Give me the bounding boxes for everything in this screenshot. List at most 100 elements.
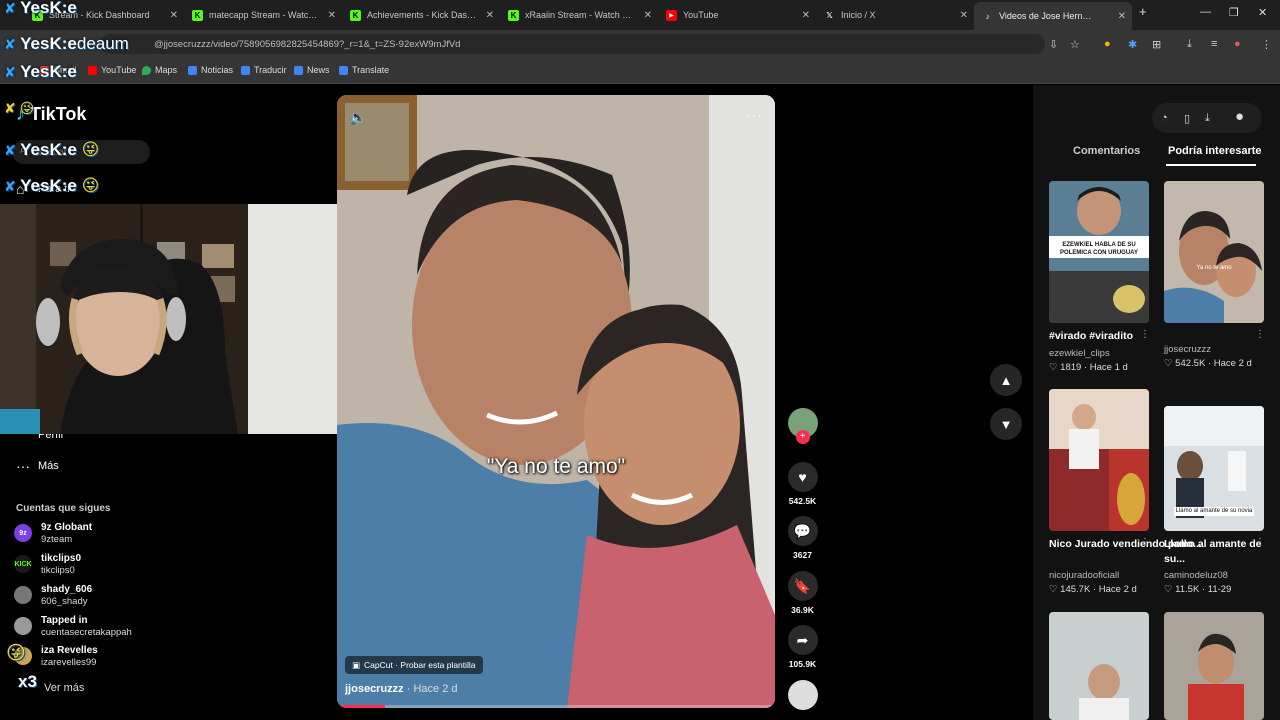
like-count: 1819 [1060, 362, 1082, 373]
video-age: Hace 2 d [1098, 584, 1137, 595]
minimize-icon[interactable]: — [1200, 6, 1211, 18]
extensions-puzzle-icon[interactable]: ⊞ [1152, 38, 1161, 51]
browser-menu-icon[interactable]: ⋮ [1261, 38, 1272, 51]
phone-icon[interactable]: ▯ [1184, 112, 1190, 125]
video-player[interactable]: 🔈 ··· "Ya no te amo" ▣ CapCut · Probar e… [337, 95, 775, 708]
close-window-icon[interactable]: ✕ [1258, 6, 1267, 19]
avatar: KICK [14, 555, 32, 573]
bookmark-label: News [307, 65, 330, 75]
tab-podria-interesarte[interactable]: Podría interesarte [1168, 145, 1262, 157]
thumbnail-image [1049, 612, 1149, 720]
video-title[interactable]: #virado #viradito [1049, 329, 1133, 344]
comment-button[interactable]: 💬 3627 [786, 516, 819, 560]
see-more-link[interactable]: Ver más [44, 682, 84, 694]
video-thumbnail[interactable] [1049, 389, 1149, 531]
nav-mas[interactable]: ··· Más [16, 458, 59, 474]
sound-disc-button[interactable] [786, 680, 819, 710]
maximize-icon[interactable]: ❐ [1229, 6, 1239, 19]
video-thumbnail[interactable] [1164, 612, 1264, 720]
save-button[interactable]: 🔖 36.9K [786, 571, 819, 615]
download-icon[interactable]: ⤓ [1205, 112, 1210, 125]
video-username[interactable]: caminodeluz08 [1164, 570, 1228, 581]
previous-video-button[interactable]: ▲ [990, 364, 1022, 396]
tab-tiktok-active[interactable]: ♪ Videos de Jose Hernandez ✕ [974, 2, 1132, 30]
bookmark-noticias[interactable]: Noticias [188, 65, 233, 75]
like-button[interactable]: ♥ 542.5K [786, 462, 819, 506]
followed-account[interactable]: Tapped in cuentasecretakappah [14, 615, 132, 639]
tab-achievements[interactable]: K Achievements - Kick Dashboard ✕ [342, 4, 500, 26]
video-stats: ♡ 1819 · Hace 1 d [1049, 362, 1128, 373]
url-field[interactable]: @jjosecruzzz/video/7589056982825454869?_… [100, 34, 1045, 54]
bookmark-translate[interactable]: Translate [339, 65, 389, 75]
bookmark-youtube[interactable]: YouTube [88, 65, 136, 75]
overlay-watermark: ✘ YesK:e [4, 62, 77, 81]
install-app-icon[interactable]: ⇩ [1049, 38, 1058, 51]
tab-x-inicio[interactable]: 𝕏 Inicio / X ✕ [816, 4, 974, 26]
close-tab-icon[interactable]: ✕ [1118, 11, 1126, 22]
bookmark-traducir[interactable]: Traducir [241, 65, 287, 75]
follow-plus-icon[interactable]: + [795, 430, 810, 444]
multiplier-overlay: x3 [18, 672, 37, 691]
more-options-icon[interactable]: ··· [746, 107, 763, 123]
bookmark-news[interactable]: News [294, 65, 330, 75]
close-tab-icon[interactable]: ✕ [486, 10, 494, 21]
followed-account[interactable]: iza Revelles izarevelles99 [14, 645, 98, 669]
share-button[interactable]: ➦ 105.9K [786, 625, 819, 669]
more-options-icon[interactable]: ⋮ [1255, 329, 1265, 340]
bookmark-icon: 🔖 [787, 571, 818, 601]
video-author[interactable]: jjosecruzzz · Hace 2 d [345, 683, 458, 695]
video-age: Hace 1 d [1089, 362, 1128, 373]
video-stats: ♡ 145.7K · Hace 2 d [1049, 584, 1137, 595]
followed-account[interactable]: 9z 9z Globant 9zteam [14, 522, 92, 546]
more-options-icon[interactable]: ⋮ [1255, 537, 1265, 548]
reading-list-icon[interactable]: ≡ [1211, 38, 1217, 50]
followed-account[interactable]: KICK tikclips0 tikclips0 [14, 553, 81, 577]
heart-icon: ♥ [787, 462, 818, 492]
video-age: 11-29 [1207, 584, 1232, 595]
creator-avatar-button[interactable]: + [786, 408, 819, 444]
thumbnail-text: Llamo al amante de su novia [1174, 507, 1254, 516]
video-thumbnail[interactable]: Ya no te amo [1164, 181, 1264, 323]
save-count: 36.9K [791, 605, 814, 615]
video-username[interactable]: jjosecruzzz [1164, 344, 1211, 355]
profile-avatar-icon[interactable]: ● [1234, 38, 1241, 50]
close-tab-icon[interactable]: ✕ [328, 10, 336, 21]
more-options-icon[interactable]: ⋮ [1140, 537, 1150, 548]
extension-icon[interactable]: ✱ [1128, 38, 1137, 51]
more-options-icon[interactable]: ⋮ [1140, 329, 1150, 340]
video-username[interactable]: nicojuradooficiall [1049, 570, 1119, 581]
tab-title: matecapp Stream - Watch Live [209, 10, 319, 20]
video-progress-bar[interactable] [337, 705, 775, 708]
video-thumbnail[interactable]: Llamo al amante de su novia [1164, 406, 1264, 531]
close-tab-icon[interactable]: ✕ [644, 10, 652, 21]
next-video-button[interactable]: ▼ [990, 408, 1022, 440]
account-username: cuentasecretakappah [41, 627, 132, 638]
tab-matecapp[interactable]: K matecapp Stream - Watch Live ✕ [184, 4, 342, 26]
followed-account[interactable]: shady_606 606_shady [14, 584, 92, 608]
video-thumbnail[interactable] [1049, 612, 1149, 720]
account-username: izarevelles99 [41, 657, 97, 668]
more-dots-icon: ··· [16, 458, 30, 474]
overlay-watermark: ✘ YesK:e 😜 [4, 176, 100, 195]
download-icon[interactable]: ⤓ [1187, 38, 1192, 51]
video-username[interactable]: ezewkiel_clips [1049, 348, 1110, 359]
tab-title: xRaaiin Stream - Watch Live on [525, 10, 635, 20]
bookmark-star-icon[interactable]: ☆ [1070, 38, 1080, 51]
heart-outline-icon: ♡ [1049, 584, 1058, 595]
capcut-template-link[interactable]: ▣ CapCut · Probar esta plantilla [345, 656, 483, 674]
news-icon [294, 65, 303, 75]
close-tab-icon[interactable]: ✕ [960, 10, 968, 21]
speed-icon[interactable]: ◔ [1161, 112, 1168, 124]
volume-icon[interactable]: 🔈 [349, 109, 366, 126]
tab-title: YouTube [683, 10, 719, 20]
extension-icon[interactable]: ● [1104, 38, 1111, 50]
new-tab-icon[interactable]: + [1139, 4, 1147, 19]
video-thumbnail[interactable]: EZEWKIEL HABLA DE SU POLEMICA CON URUGUA… [1049, 181, 1149, 323]
tab-youtube[interactable]: ▶ YouTube ✕ [658, 4, 816, 26]
bookmark-maps[interactable]: Maps [142, 65, 177, 75]
close-tab-icon[interactable]: ✕ [170, 10, 178, 21]
tab-xraaiin[interactable]: K xRaaiin Stream - Watch Live on ✕ [500, 4, 658, 26]
tab-comentarios[interactable]: Comentarios [1073, 145, 1140, 157]
profile-avatar-icon[interactable]: ● [1235, 108, 1244, 125]
close-tab-icon[interactable]: ✕ [802, 10, 810, 21]
